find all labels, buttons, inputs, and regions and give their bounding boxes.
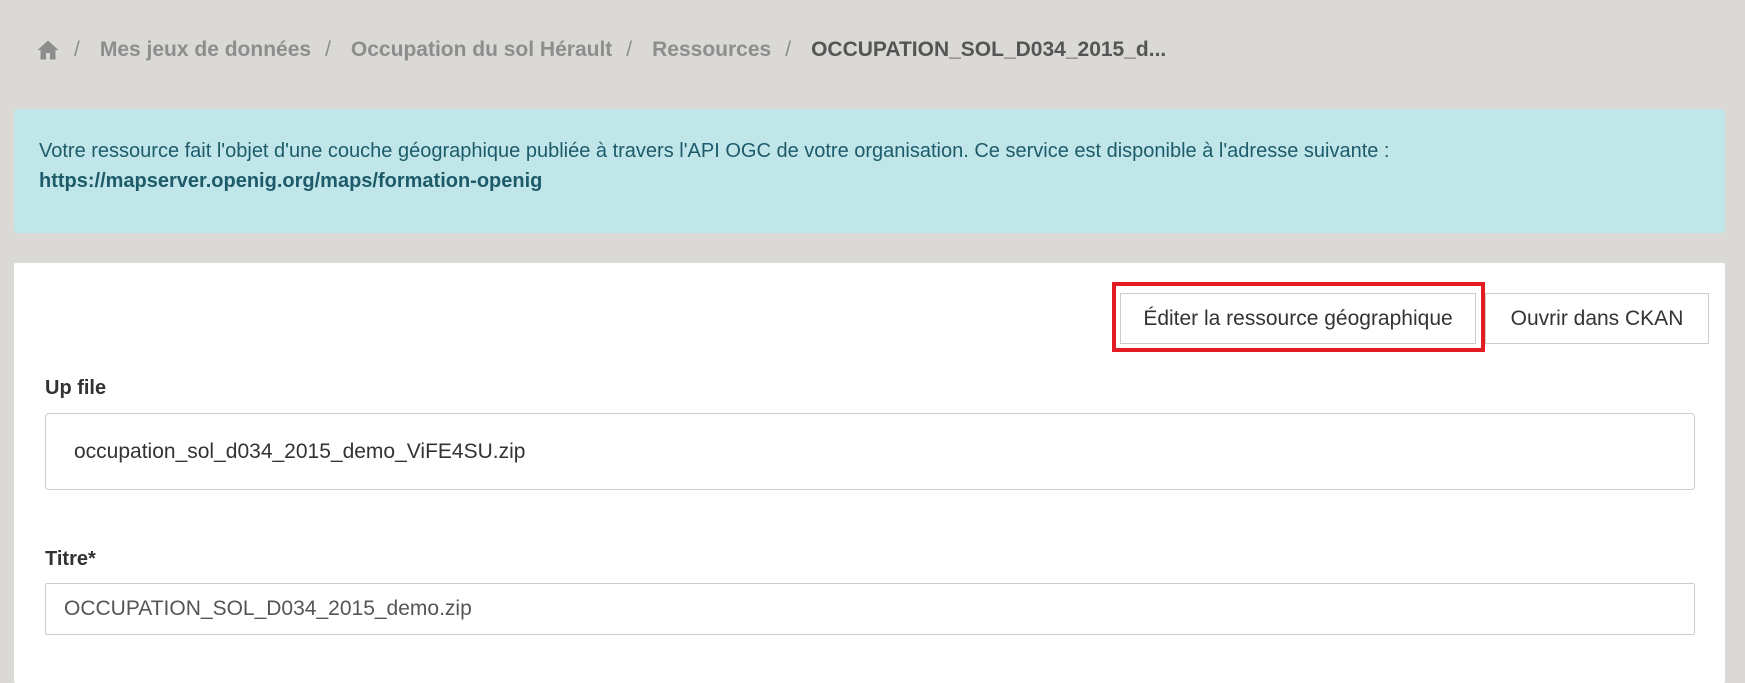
breadcrumb-item-ressources[interactable]: Ressources xyxy=(652,38,771,62)
breadcrumb-separator: / xyxy=(785,38,792,61)
alert-message: Votre ressource fait l'objet d'une couch… xyxy=(39,140,1390,162)
info-alert: Votre ressource fait l'objet d'une couch… xyxy=(14,109,1725,233)
upfile-filename: occupation_sol_d034_2015_demo_ViFE4SU.zi… xyxy=(74,439,526,463)
titre-input[interactable] xyxy=(45,583,1695,635)
breadcrumb-item-occupation-sol[interactable]: Occupation du sol Hérault xyxy=(351,38,612,62)
upfile-label: Up file xyxy=(45,377,107,399)
edit-geo-resource-button[interactable]: Éditer la ressource géographique xyxy=(1120,293,1476,344)
breadcrumb: / Mes jeux de données / Occupation du so… xyxy=(36,34,1166,66)
alert-service-link[interactable]: https://mapserver.openig.org/maps/format… xyxy=(39,170,542,192)
titre-label: Titre* xyxy=(45,548,96,570)
home-icon[interactable] xyxy=(36,38,60,62)
open-in-ckan-button[interactable]: Ouvrir dans CKAN xyxy=(1485,293,1709,344)
upfile-field[interactable]: occupation_sol_d034_2015_demo_ViFE4SU.zi… xyxy=(45,413,1695,490)
resource-panel: Éditer la ressource géographique Ouvrir … xyxy=(14,263,1725,683)
breadcrumb-current: OCCUPATION_SOL_D034_2015_d... xyxy=(811,38,1167,61)
home-icon-graphic xyxy=(37,40,59,60)
breadcrumb-separator: / xyxy=(74,38,80,61)
breadcrumb-separator: / xyxy=(626,38,633,61)
breadcrumb-item-mes-jeux[interactable]: Mes jeux de données xyxy=(100,38,311,62)
breadcrumb-separator: / xyxy=(325,38,331,61)
